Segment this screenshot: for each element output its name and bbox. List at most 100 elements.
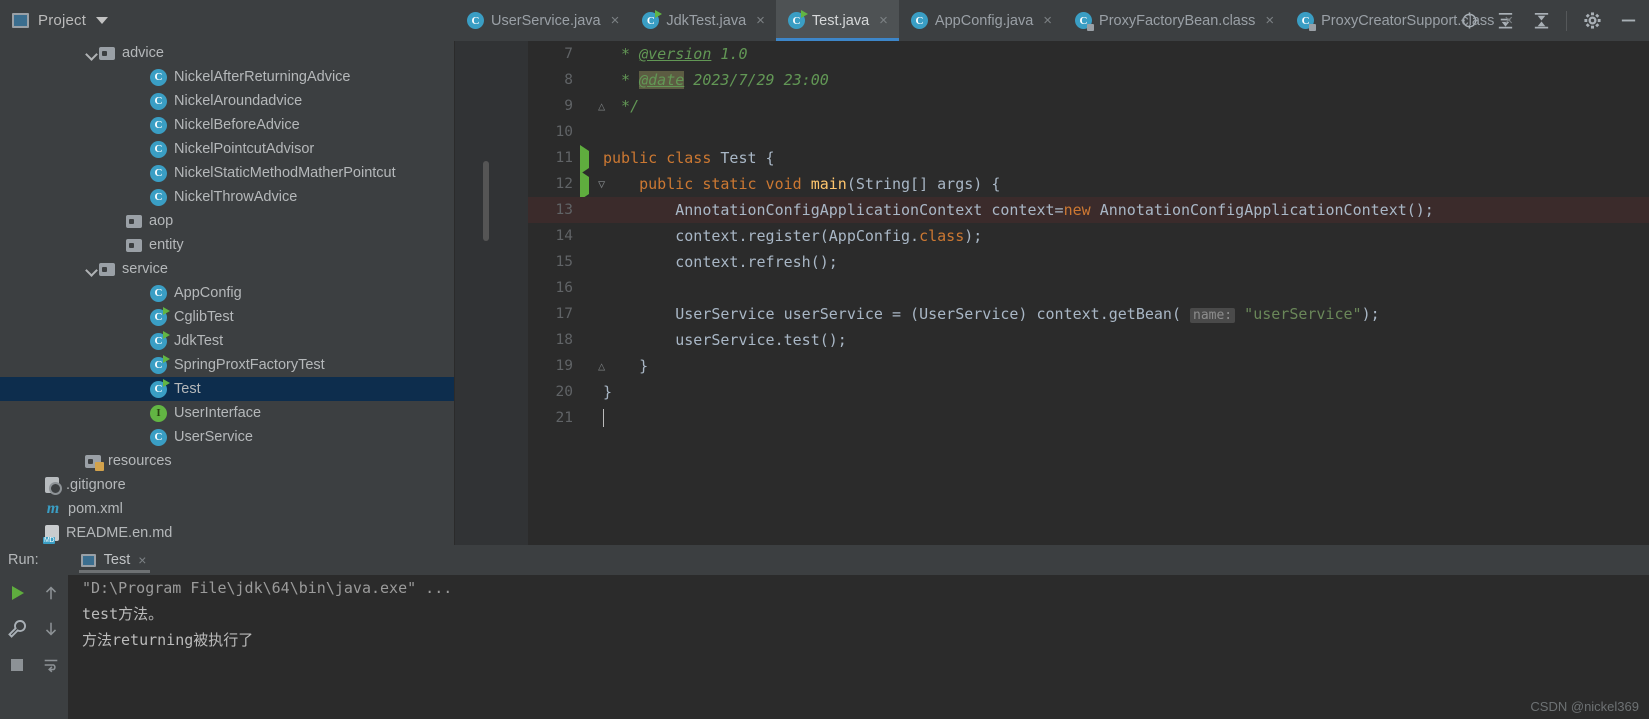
tree-item-label: NickelPointcutAdvisor bbox=[174, 141, 315, 157]
code-line-8[interactable]: 8 * @date 2023/7/29 23:00 bbox=[528, 67, 1649, 93]
hide-panel-icon[interactable] bbox=[1617, 10, 1639, 32]
code-token: main bbox=[810, 175, 847, 193]
code-line-20[interactable]: 20} bbox=[528, 379, 1649, 405]
editor-tab-appconfig-java[interactable]: C AppConfig.java × bbox=[899, 0, 1063, 41]
close-icon[interactable]: × bbox=[1504, 13, 1513, 28]
class-icon: C bbox=[910, 12, 928, 29]
close-icon[interactable]: × bbox=[611, 13, 620, 28]
close-icon[interactable]: × bbox=[1265, 13, 1274, 28]
editor-tab-label: ProxyCreatorSupport.class bbox=[1321, 12, 1495, 29]
code-line-21[interactable]: 21 bbox=[528, 405, 1649, 431]
code-token: public static void bbox=[639, 175, 811, 193]
soft-wrap-icon[interactable] bbox=[34, 647, 68, 683]
run-gutter-icon[interactable] bbox=[580, 145, 594, 174]
tree-item-springproxtfactorytest[interactable]: C SpringProxtFactoryTest bbox=[0, 353, 455, 377]
code-line-12[interactable]: 12 ▽ public static void main(String[] arg… bbox=[528, 171, 1649, 200]
tree-item-resources[interactable]: resources bbox=[0, 449, 455, 473]
code-line-14[interactable]: 14 context.register(AppConfig.class); bbox=[528, 223, 1649, 249]
close-icon[interactable]: × bbox=[756, 13, 765, 28]
settings-wrench-icon[interactable] bbox=[0, 611, 34, 647]
tree-item-pom-xml[interactable]: m pom.xml bbox=[0, 497, 455, 521]
tree-item-nickelbeforeadvice[interactable]: C NickelBeforeAdvice bbox=[0, 113, 455, 137]
breakpoint-icon[interactable] bbox=[580, 203, 594, 217]
chevron-down-icon[interactable] bbox=[96, 17, 109, 24]
project-tree[interactable]: advice C NickelAfterReturningAdvice C Nickel… bbox=[0, 41, 455, 545]
tree-item-jdktest[interactable]: C JdkTest bbox=[0, 329, 455, 353]
close-icon[interactable]: × bbox=[138, 552, 146, 568]
code-line-9[interactable]: 9 △ */ bbox=[528, 93, 1649, 119]
tree-item-nickelpointcutadvisor[interactable]: C NickelPointcutAdvisor bbox=[0, 137, 455, 161]
code-token: "userService" bbox=[1244, 305, 1362, 323]
code-token: name: bbox=[1190, 308, 1236, 323]
gear-icon[interactable] bbox=[1581, 10, 1603, 32]
code-line-19[interactable]: 19 △ } bbox=[528, 353, 1649, 379]
editor-tab-proxycreatorsupport-class[interactable]: C ProxyCreatorSupport.class × bbox=[1285, 0, 1524, 41]
tree-item-aop[interactable]: aop bbox=[0, 209, 455, 233]
close-icon[interactable]: × bbox=[1043, 13, 1052, 28]
project-panel-header[interactable]: Project bbox=[0, 0, 455, 41]
tree-item-readme-en-md[interactable]: README.en.md bbox=[0, 521, 455, 545]
code-line-16[interactable]: 16 bbox=[528, 275, 1649, 301]
editor-scrollbar[interactable] bbox=[483, 161, 489, 241]
tree-item-label: SpringProxtFactoryTest bbox=[174, 357, 325, 373]
chevron-down-icon[interactable] bbox=[86, 263, 99, 276]
editor-tab-test-java[interactable]: C Test.java × bbox=[775, 0, 899, 41]
editor-gutter[interactable] bbox=[455, 41, 528, 545]
down-arrow-icon[interactable] bbox=[34, 611, 68, 647]
tree-item-nickelafterreturningadvice[interactable]: C NickelAfterReturningAdvice bbox=[0, 65, 455, 89]
tree-item-userservice[interactable]: C UserService bbox=[0, 425, 455, 449]
code-text: context.refresh(); bbox=[603, 253, 838, 271]
close-icon[interactable]: × bbox=[879, 13, 888, 28]
editor-tab-proxyfactorybean-class[interactable]: C ProxyFactoryBean.class × bbox=[1063, 0, 1285, 41]
tree-item-advice[interactable]: advice bbox=[0, 41, 455, 65]
editor-code-area[interactable]: 7 * @version 1.0 8 * @date 2023/7/29 23:0… bbox=[528, 41, 1649, 545]
console-output[interactable]: "D:\Program File\jdk\64\bin\java.exe" ..… bbox=[68, 575, 1649, 719]
up-arrow-icon[interactable] bbox=[34, 575, 68, 611]
tree-item-entity[interactable]: entity bbox=[0, 233, 455, 257]
tree-item-nickelaroundadvice[interactable]: C NickelAroundadvice bbox=[0, 89, 455, 113]
stop-button[interactable] bbox=[0, 647, 34, 683]
code-line-17[interactable]: 17 UserService userService = (UserServic… bbox=[528, 301, 1649, 327]
runnable-class-icon: C bbox=[787, 10, 808, 29]
code-line-11[interactable]: 11 public class Test { bbox=[528, 145, 1649, 174]
editor-tab-userservice-java[interactable]: C UserService.java × bbox=[455, 0, 630, 41]
code-line-10[interactable]: 10 bbox=[528, 119, 1649, 145]
line-number: 13 bbox=[555, 202, 573, 218]
tree-item-test[interactable]: C Test bbox=[0, 377, 455, 401]
code-line-15[interactable]: 15 context.refresh(); bbox=[528, 249, 1649, 275]
code-editor[interactable]: 7 * @version 1.0 8 * @date 2023/7/29 23:0… bbox=[455, 41, 1649, 545]
code-token: @date bbox=[639, 71, 685, 89]
code-line-13[interactable]: 13 AnnotationConfigApplicationContext co… bbox=[528, 197, 1649, 223]
collapse-all-icon[interactable] bbox=[1530, 10, 1552, 32]
tree-item-label: AppConfig bbox=[174, 285, 242, 301]
runnable-class-icon: C bbox=[642, 10, 663, 29]
folder-icon bbox=[99, 46, 115, 60]
watermark: CSDN @nickel369 bbox=[1530, 699, 1639, 714]
run-configuration-tab[interactable]: Test × bbox=[78, 545, 151, 575]
tree-item-cglibtest[interactable]: C CglibTest bbox=[0, 305, 455, 329]
tree-item-userinterface[interactable]: I UserInterface bbox=[0, 401, 455, 425]
tree-item-nickelthrowadvice[interactable]: C NickelThrowAdvice bbox=[0, 185, 455, 209]
code-token: } bbox=[603, 357, 649, 375]
editor-tab-jdktest-java[interactable]: C JdkTest.java × bbox=[630, 0, 776, 41]
tree-item-nickelstaticmethodmatherpointcut[interactable]: C NickelStaticMethodMatherPointcut bbox=[0, 161, 455, 185]
chevron-down-icon[interactable] bbox=[86, 47, 99, 60]
tree-item-appconfig[interactable]: C AppConfig bbox=[0, 281, 455, 305]
code-token: */ bbox=[603, 97, 640, 115]
tree-item-label: aop bbox=[149, 213, 174, 229]
code-line-18[interactable]: 18 userService.test(); bbox=[528, 327, 1649, 353]
run-gutter-icon[interactable] bbox=[580, 171, 594, 200]
tree-item-service[interactable]: service bbox=[0, 257, 455, 281]
tree-item--gitignore[interactable]: .gitignore bbox=[0, 473, 455, 497]
code-token: Test { bbox=[720, 149, 775, 167]
code-line-7[interactable]: 7 * @version 1.0 bbox=[528, 41, 1649, 67]
code-token: (String[] args) { bbox=[846, 175, 1001, 193]
class-icon: C bbox=[150, 68, 167, 86]
rerun-button[interactable] bbox=[0, 575, 34, 611]
